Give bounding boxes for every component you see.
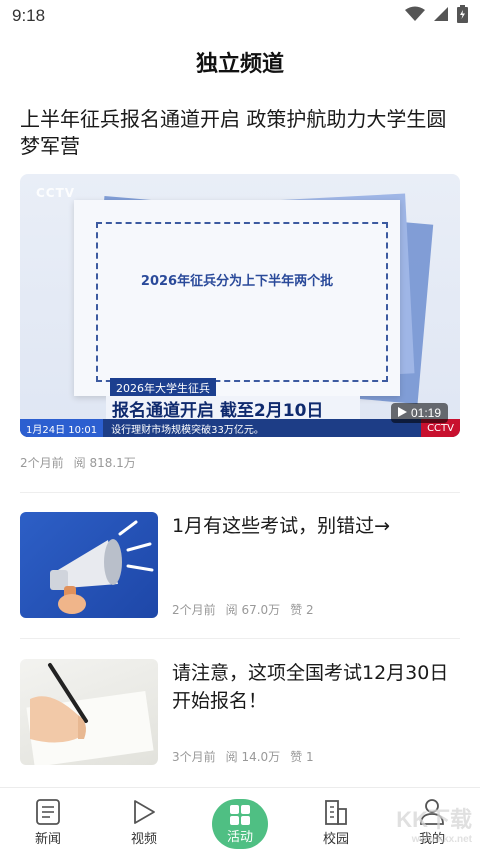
time-ago: 2个月前 [20, 456, 64, 470]
play-icon [397, 406, 407, 420]
like-count: 赞 2 [290, 603, 314, 617]
tab-campus[interactable]: 校园 [296, 798, 376, 847]
list-item[interactable]: 1月有这些考试，别错过→ 2个月前 阅 67.0万 赞 2 [20, 512, 460, 618]
article-meta: 3个月前 阅 14.0万 赞 1 [172, 748, 314, 765]
tab-label: 新闻 [34, 832, 61, 847]
tab-activity[interactable]: 活动 [200, 799, 280, 849]
wifi-icon [405, 6, 425, 26]
view-count: 阅 67.0万 [225, 603, 281, 617]
view-count: 阅 14.0万 [225, 750, 281, 764]
time-ago: 2个月前 [172, 603, 216, 617]
video-headline: 报名通道开启 截至2月10日 [106, 396, 360, 421]
video-thumbnail[interactable]: 2026年征兵分为上下半年两个批 CCTV 2026年大学生征兵 报名通道开启 … [20, 174, 460, 437]
article-meta: 2个月前 阅 67.0万 赞 2 [172, 601, 314, 618]
grid-icon [230, 804, 250, 825]
featured-meta: 2个月前 阅 818.1万 [20, 454, 460, 471]
time-ago: 3个月前 [172, 750, 216, 764]
ticker-text: 设行理财市场规模突破33万亿元。 [111, 424, 264, 436]
watermark-main: KK下载 [396, 807, 472, 832]
article-title[interactable]: 请注意，这项全国考试12月30日开始报名！ [172, 659, 460, 715]
duration-text: 01:19 [410, 406, 441, 420]
paper-text: 2026年征兵分为上下半年两个批 [140, 274, 334, 289]
tab-label: 视频 [130, 832, 157, 847]
status-bar: 9:18 [0, 0, 480, 32]
article-thumbnail[interactable] [20, 512, 158, 618]
ticker-date: 1月24日 10:01 [20, 419, 104, 437]
paper-card: 2026年征兵分为上下半年两个批 [74, 200, 400, 396]
play-icon [130, 798, 158, 826]
watermark-sub: www.kkx.net [411, 834, 472, 845]
cctv-logo: CCTV [36, 186, 76, 200]
megaphone-icon [50, 520, 154, 614]
tab-label: 校园 [322, 832, 349, 847]
page-title: 独立频道 [195, 52, 284, 77]
tab-video[interactable]: 视频 [104, 798, 184, 847]
writing-hand-icon [26, 663, 154, 765]
tab-news[interactable]: 新闻 [8, 798, 88, 847]
article-thumbnail[interactable] [20, 659, 158, 765]
dashed-frame [96, 222, 388, 382]
video-duration-badge: 01:19 [390, 403, 448, 423]
divider [20, 492, 460, 493]
signal-icon [433, 6, 449, 26]
news-icon [34, 798, 62, 826]
status-icons [405, 5, 468, 27]
view-count: 阅 818.1万 [73, 456, 136, 470]
like-count: 赞 1 [290, 750, 314, 764]
battery-icon [457, 5, 468, 27]
building-icon [322, 798, 350, 826]
divider [20, 638, 460, 639]
tab-label: 活动 [226, 829, 253, 845]
article-title[interactable]: 1月有这些考试，别错过→ [172, 512, 460, 540]
featured-article[interactable]: 上半年征兵报名通道开启 政策护航助力大学生圆梦军营 2026年征兵分为上下半年两… [20, 106, 460, 471]
site-watermark: KK下载 www.kkx.net [396, 802, 472, 845]
featured-title[interactable]: 上半年征兵报名通道开启 政策护航助力大学生圆梦军营 [20, 106, 460, 160]
list-item[interactable]: 请注意，这项全国考试12月30日开始报名！ 3个月前 阅 14.0万 赞 1 [20, 659, 460, 765]
active-tab-bubble: 活动 [212, 799, 268, 849]
status-time: 9:18 [12, 6, 46, 25]
